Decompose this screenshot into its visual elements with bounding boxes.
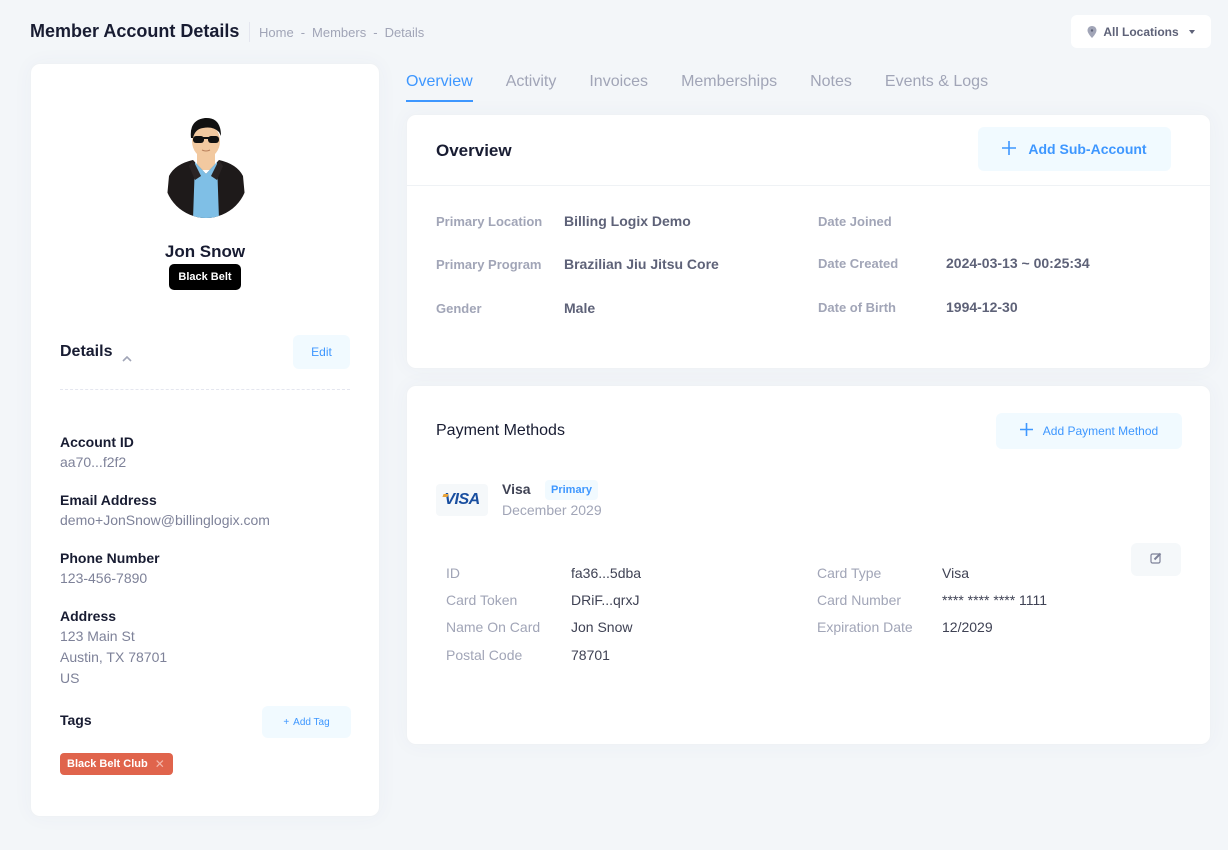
payment-methods-card: Payment Methods Add Payment Method VISA … xyxy=(406,385,1211,745)
location-selector-label: All Locations xyxy=(1103,24,1179,39)
add-sub-account-button[interactable]: Add Sub-Account xyxy=(978,127,1171,171)
pm-field-label: Card Token xyxy=(446,592,518,608)
tags-label: Tags xyxy=(60,712,92,728)
breadcrumb-separator: - xyxy=(300,25,306,40)
payment-methods-title: Payment Methods xyxy=(436,422,565,440)
detail-value: US xyxy=(60,670,80,686)
tab-memberships[interactable]: Memberships xyxy=(681,62,777,102)
pm-field-value: DRiF...qrxJ xyxy=(571,592,640,608)
pm-field-label: Card Type xyxy=(817,565,882,581)
visa-logo: VISA xyxy=(436,484,488,516)
member-name: Jon Snow xyxy=(164,242,246,261)
detail-address: Address 123 Main St Austin, TX 78701 US xyxy=(60,606,167,689)
pm-field-value: 78701 xyxy=(571,647,610,663)
field-value: Male xyxy=(564,300,596,316)
payment-methods-title-text: Payment Methods xyxy=(436,422,565,439)
tab-events-logs[interactable]: Events & Logs xyxy=(885,62,988,102)
title-divider xyxy=(249,22,250,42)
field-label: Date Created xyxy=(818,256,899,271)
detail-label: Address xyxy=(60,608,117,624)
detail-value: Austin, TX 78701 xyxy=(60,649,168,665)
map-pin-icon xyxy=(1087,25,1097,38)
edit-icon xyxy=(1150,551,1162,569)
rank-badge: Black Belt xyxy=(169,264,241,290)
tab-bar: Overview Activity Invoices Memberships N… xyxy=(406,62,988,104)
pm-field-value: fa36...5dba xyxy=(571,565,642,581)
detail-label: Email Address xyxy=(60,492,157,508)
profile-card: Jon Snow Black Belt Details Edit Account… xyxy=(30,63,380,817)
pm-field-value: 12/2029 xyxy=(942,619,993,635)
detail-label: Phone Number xyxy=(60,550,160,566)
payment-method-expiry: December 2029 xyxy=(502,502,602,518)
field-label: Gender xyxy=(436,301,482,316)
tab-invoices[interactable]: Invoices xyxy=(589,62,648,102)
detail-value: aa70...f2f2 xyxy=(60,454,127,470)
detail-email: Email Address demo+JonSnow@billinglogix.… xyxy=(60,490,270,531)
avatar xyxy=(163,114,249,219)
add-tag-button[interactable]: + Add Tag xyxy=(262,706,351,738)
overview-card: Overview Add Sub-Account Primary Locatio… xyxy=(406,114,1211,369)
field-label: Date Joined xyxy=(818,214,892,229)
detail-label: Account ID xyxy=(60,434,134,450)
details-divider xyxy=(60,389,350,390)
detail-value: 123-456-7890 xyxy=(60,570,148,586)
plus-icon: + xyxy=(283,716,290,728)
plus-icon xyxy=(1019,423,1033,439)
edit-details-button[interactable]: Edit xyxy=(293,335,350,369)
add-payment-method-label: Add Payment Method xyxy=(1042,424,1159,438)
add-sub-account-label: Add Sub-Account xyxy=(1028,141,1147,157)
card-header-divider xyxy=(407,185,1210,186)
pm-field-value: Jon Snow xyxy=(571,619,633,635)
details-toggle[interactable]: Details xyxy=(60,343,133,362)
overview-title: Overview xyxy=(436,141,512,160)
field-value: 2024-03-13 ~ 00:25:34 xyxy=(946,255,1090,271)
tab-notes[interactable]: Notes xyxy=(810,62,852,102)
pm-field-label: Name On Card xyxy=(446,619,541,635)
payment-method-name: Visa xyxy=(502,481,531,497)
details-title: Details xyxy=(60,343,113,360)
pm-field-label: Postal Code xyxy=(446,647,523,663)
visa-logo-text: VISA xyxy=(444,491,480,508)
add-tag-label: Add Tag xyxy=(293,716,330,728)
primary-badge: Primary xyxy=(545,480,598,500)
pm-field-value: **** **** **** 1111 xyxy=(942,592,1048,608)
breadcrumb-home[interactable]: Home xyxy=(259,25,294,40)
breadcrumb-members[interactable]: Members xyxy=(312,25,366,40)
plus-icon xyxy=(1002,140,1017,158)
detail-value: demo+JonSnow@billinglogix.com xyxy=(60,512,270,528)
field-label: Date of Birth xyxy=(818,300,896,315)
field-value: Brazilian Jiu Jitsu Core xyxy=(564,256,719,272)
pm-field-value: Visa xyxy=(942,565,969,581)
pm-field-label: Card Number xyxy=(817,592,902,608)
chevron-up-icon xyxy=(122,349,133,362)
detail-account-id: Account ID aa70...f2f2 xyxy=(60,432,134,473)
page-header: Member Account Details Home - Members - … xyxy=(0,0,1228,64)
field-label: Primary Location xyxy=(436,214,543,229)
field-value: 1994-12-30 xyxy=(946,299,1018,315)
field-label: Primary Program xyxy=(436,257,542,272)
tag-label: Black Belt Club xyxy=(67,758,148,770)
caret-down-icon xyxy=(1188,29,1195,34)
breadcrumb-details: Details xyxy=(384,25,425,40)
pm-field-label: ID xyxy=(446,565,460,581)
tab-overview[interactable]: Overview xyxy=(406,62,473,102)
tab-activity[interactable]: Activity xyxy=(506,62,557,102)
detail-phone: Phone Number 123-456-7890 xyxy=(60,548,160,589)
breadcrumb: Home - Members - Details xyxy=(259,25,424,40)
remove-tag-icon[interactable]: ✕ xyxy=(155,757,165,771)
pm-field-label: Expiration Date xyxy=(817,619,913,635)
field-value: Billing Logix Demo xyxy=(564,213,691,229)
detail-value: 123 Main St xyxy=(60,628,135,644)
page-title: Member Account Details xyxy=(30,21,240,41)
add-payment-method-button[interactable]: Add Payment Method xyxy=(996,413,1182,449)
location-selector[interactable]: All Locations xyxy=(1071,15,1211,48)
edit-payment-method-button[interactable] xyxy=(1131,543,1181,576)
breadcrumb-separator: - xyxy=(373,25,378,40)
tag-chip: Black Belt Club ✕ xyxy=(60,753,173,775)
